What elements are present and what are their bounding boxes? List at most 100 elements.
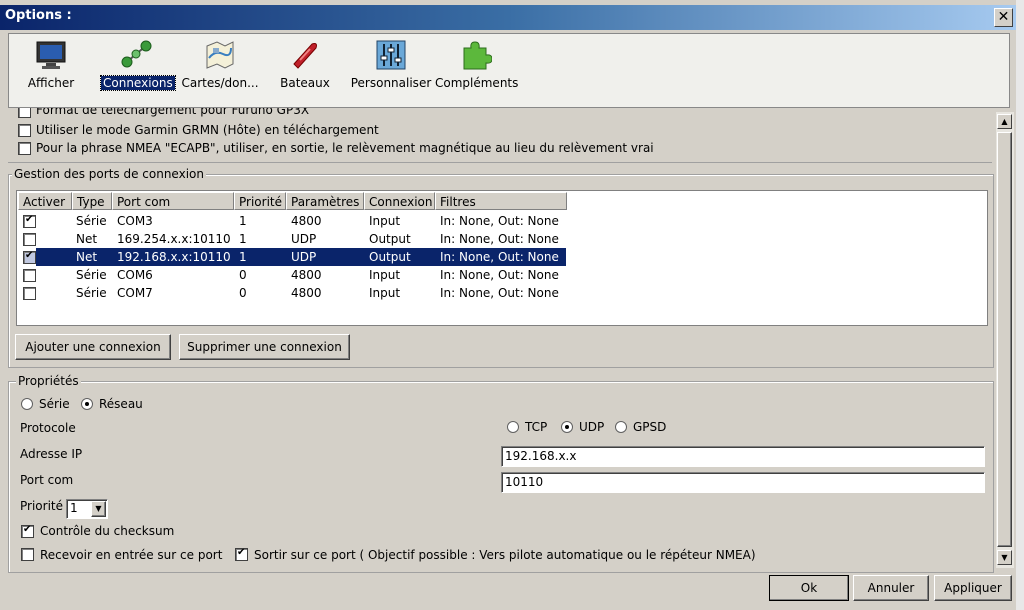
connection-cell: Output: [369, 250, 411, 264]
toolbar-label: Cartes/don...: [181, 76, 259, 90]
close-icon: ✕: [997, 9, 1010, 25]
toolbar-item-connexions[interactable]: Connexions: [100, 34, 176, 107]
type-cell: Série: [76, 268, 107, 282]
filters-cell: In: None, Out: None: [440, 250, 559, 264]
params-cell: UDP: [291, 250, 317, 264]
cancel-button[interactable]: Annuler: [853, 575, 929, 601]
column-header[interactable]: Paramètres: [286, 192, 364, 210]
ip-address-label: Adresse IP: [20, 447, 83, 461]
toolbar-item-cartes[interactable]: Cartes/don...: [179, 34, 261, 107]
toolbar-item-afficher[interactable]: Afficher: [19, 34, 83, 107]
toolbar-label: Afficher: [27, 76, 75, 90]
furuno-option-label: Format de téléchargement pour Furuno GP3…: [36, 108, 310, 117]
window-title: Options :: [5, 8, 72, 23]
toolbar-label: Compléments: [435, 76, 519, 90]
charts-icon: [206, 41, 234, 69]
gpsd-radio[interactable]: [615, 421, 627, 433]
toolbar-label: Personnaliser: [350, 76, 432, 90]
port-com-label: Port com: [20, 473, 74, 487]
general-options-area: Format de téléchargement pour Furuno GP3…: [8, 108, 992, 163]
activate-checkbox[interactable]: [23, 250, 36, 264]
puzzle-icon: [463, 41, 492, 70]
tcp-label: TCP: [525, 420, 548, 434]
ok-button[interactable]: Ok: [769, 575, 849, 601]
priority-cell: 0: [239, 268, 247, 282]
table-row[interactable]: Série COM3 1 4800 Input In: None, Out: N…: [18, 212, 986, 230]
remove-connection-button[interactable]: Supprimer une connexion: [179, 334, 350, 360]
filters-cell: In: None, Out: None: [440, 286, 559, 300]
priority-select[interactable]: 1 ▼: [66, 499, 108, 519]
gpsd-label: GPSD: [633, 420, 667, 434]
priority-label: Priorité: [20, 499, 63, 513]
apply-button[interactable]: Appliquer: [934, 575, 1012, 601]
port-cell: COM6: [117, 268, 153, 282]
receive-label: Recevoir en entrée sur ce port: [40, 548, 223, 562]
connections-table: Activer Type Port com Priorité Paramètre…: [16, 190, 988, 326]
params-cell: 4800: [291, 268, 322, 282]
serie-radio[interactable]: [21, 398, 33, 410]
column-header[interactable]: Filtres: [435, 192, 567, 210]
send-label: Sortir sur ce port ( Objectif possible :…: [254, 548, 756, 562]
checksum-checkbox[interactable]: [21, 524, 34, 538]
activate-checkbox[interactable]: [23, 269, 36, 282]
nmea-option-label: Pour la phrase NMEA "ECAPB", utiliser, e…: [36, 141, 654, 155]
activate-checkbox[interactable]: [23, 287, 36, 300]
priority-cell: 1: [239, 250, 247, 264]
title-bar: Options : ✕: [0, 5, 1016, 30]
furuno-checkbox[interactable]: [18, 108, 31, 118]
chevron-down-icon[interactable]: ▼: [91, 501, 106, 517]
toolbar-item-bateaux[interactable]: Bateaux: [273, 34, 337, 107]
monitor-icon: [36, 41, 66, 69]
table-row[interactable]: Série COM6 0 4800 Input In: None, Out: N…: [18, 266, 986, 284]
port-cell: COM7: [117, 286, 153, 300]
udp-radio[interactable]: [561, 421, 573, 433]
filters-cell: In: None, Out: None: [440, 232, 559, 246]
receive-checkbox[interactable]: [21, 548, 34, 561]
toolbar-label: Bateaux: [280, 76, 330, 90]
protocole-label: Protocole: [20, 421, 76, 435]
scroll-down-icon[interactable]: ▼: [997, 550, 1012, 565]
connection-cell: Output: [369, 232, 411, 246]
table-row[interactable]: Net 169.254.x.x:10110 1 UDP Output In: N…: [18, 230, 986, 248]
tcp-radio[interactable]: [507, 421, 519, 433]
toolbar-item-personnaliser[interactable]: Personnaliser: [349, 34, 433, 107]
vertical-scrollbar[interactable]: ▲ ▼: [996, 112, 1014, 568]
reseau-label: Réseau: [99, 397, 143, 411]
port-com-input[interactable]: 10110: [501, 472, 985, 493]
activate-checkbox[interactable]: [23, 233, 36, 246]
connection-cell: Input: [369, 268, 401, 282]
activate-checkbox[interactable]: [23, 214, 36, 228]
ip-address-input[interactable]: 192.168.x.x: [501, 446, 985, 467]
connection-cell: Input: [369, 214, 401, 228]
params-cell: 4800: [291, 286, 322, 300]
params-cell: UDP: [291, 232, 317, 246]
toolbar-label: Connexions: [100, 75, 176, 91]
checksum-label: Contrôle du checksum: [40, 524, 175, 538]
send-checkbox[interactable]: [235, 547, 248, 561]
connections-icon: [121, 40, 152, 68]
scroll-thumb[interactable]: [997, 132, 1012, 547]
close-button[interactable]: ✕: [994, 8, 1013, 27]
table-row-selected[interactable]: Net 192.168.x.x:10110 1 UDP Output In: N…: [18, 248, 986, 266]
connection-cell: Input: [369, 286, 401, 300]
column-header[interactable]: Type: [72, 192, 112, 210]
column-header[interactable]: Connexion: [364, 192, 435, 210]
type-cell: Net: [76, 232, 98, 246]
scroll-up-icon[interactable]: ▲: [997, 114, 1012, 129]
column-header[interactable]: Port com: [112, 192, 234, 210]
toolbar-item-complements[interactable]: Compléments: [435, 34, 519, 107]
type-cell: Série: [76, 214, 107, 228]
port-cell: 192.168.x.x:10110: [117, 250, 231, 264]
params-cell: 4800: [291, 214, 322, 228]
table-row[interactable]: Série COM7 0 4800 Input In: None, Out: N…: [18, 284, 986, 302]
filters-cell: In: None, Out: None: [440, 268, 559, 282]
options-toolbar: Afficher Connexions Cartes/don... Bateau…: [8, 33, 1010, 108]
reseau-radio[interactable]: [81, 398, 93, 410]
garmin-checkbox[interactable]: [18, 124, 31, 137]
type-cell: Série: [76, 286, 107, 300]
serie-label: Série: [39, 397, 70, 411]
column-header[interactable]: Activer: [18, 192, 72, 210]
column-header[interactable]: Priorité: [234, 192, 286, 210]
nmea-ecapb-checkbox[interactable]: [18, 142, 31, 155]
add-connection-button[interactable]: Ajouter une connexion: [15, 334, 171, 360]
